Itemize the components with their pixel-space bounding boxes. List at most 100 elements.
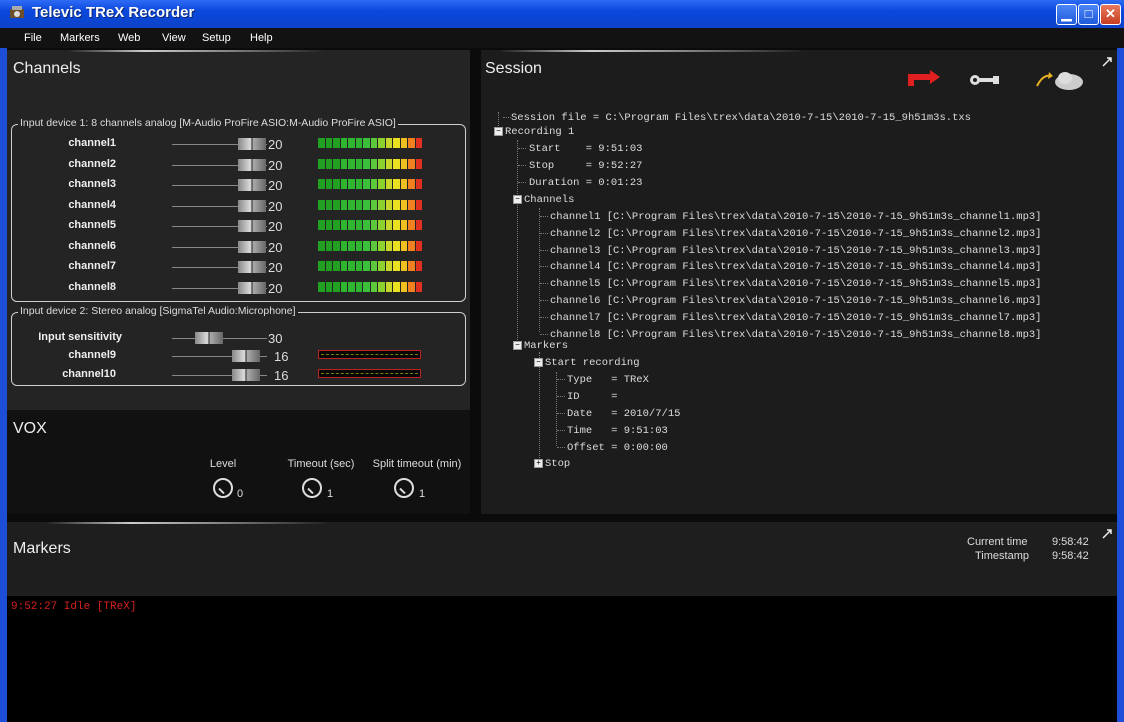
channel-file-node[interactable]: channel8 [C:\Program Files\trex\data\201… [550,329,1041,341]
tree-connector [540,300,548,301]
channel-gain-slider[interactable] [238,138,266,150]
collapse-icon[interactable]: − [513,341,522,350]
meter-segment [385,261,392,271]
meter-segment [340,138,347,148]
channel-gain-value: 20 [268,137,283,152]
recording-node[interactable]: Recording 1 [505,126,574,138]
meter-segment [415,240,422,251]
menu-file[interactable]: File [24,32,42,44]
level-meter [318,158,422,169]
channel-gain-slider[interactable] [238,240,266,253]
meter-segment [370,281,377,292]
menu-setup[interactable]: Setup [202,32,231,44]
channel-gain-slider[interactable] [238,179,266,191]
channel-file-node[interactable]: channel2 [C:\Program Files\trex\data\201… [550,228,1041,240]
tree-connector [517,140,518,200]
expand-node-icon[interactable]: + [534,459,543,468]
channel-gain-slider[interactable] [238,199,266,212]
marker-offset-node[interactable]: Offset = 0:00:00 [567,442,668,454]
markers-log[interactable]: 9:52:27 Idle [TReX] [7,596,1117,722]
meter-segment [325,261,332,271]
channel-gain-slider[interactable] [232,369,260,381]
minimize-button[interactable]: ▁ [1056,4,1077,25]
tree-connector [517,202,518,346]
title-bar[interactable]: Televic TReX Recorder ▁ □ ✕ [0,0,1124,28]
tree-connector [556,372,557,446]
collapse-icon[interactable]: − [494,127,503,136]
markers-panel: Markers Current time 9:58:42 Timestamp 9… [7,522,1117,722]
menu-help[interactable]: Help [250,32,273,44]
maximize-button[interactable]: □ [1078,4,1099,25]
meter-segment [340,179,347,189]
marker-date-node[interactable]: Date = 2010/7/15 [567,408,680,420]
level-knob[interactable] [213,478,233,498]
meter-segment [318,281,325,292]
channel-file-node[interactable]: channel5 [C:\Program Files\trex\data\201… [550,278,1041,290]
channel-gain-slider[interactable] [238,261,266,273]
channel-gain-slider[interactable] [238,281,266,294]
meter-segment [385,138,392,148]
menu-view[interactable]: View [162,32,186,44]
channel-gain-slider[interactable] [238,220,266,232]
meter-segment [355,158,362,169]
channel-file-node[interactable]: channel6 [C:\Program Files\trex\data\201… [550,295,1041,307]
collapse-icon[interactable]: − [513,195,522,204]
channels-title: Channels [13,60,81,77]
start-recording-node[interactable]: Start recording [545,357,640,369]
session-file-node[interactable]: Session file = C:\Program Files\trex\dat… [511,112,971,124]
level-label: Level [209,458,237,470]
meter-segment [355,199,362,210]
level-meter [318,179,422,189]
stop-node[interactable]: Stop = 9:52:27 [529,160,642,172]
channel-label: channel6 [68,239,116,252]
start-node[interactable]: Start = 9:51:03 [529,143,642,155]
meter-segment [340,281,347,292]
channel-gain-slider[interactable] [232,350,260,362]
channel-file-node[interactable]: channel4 [C:\Program Files\trex\data\201… [550,261,1041,273]
channels-node[interactable]: Channels [524,194,574,206]
meter-segment [385,220,392,230]
tree-connector [540,333,548,335]
marker-time-node[interactable]: Time = 9:51:03 [567,425,668,437]
meter-segment [400,281,407,292]
meter-segment [325,158,332,169]
split-timeout-knob[interactable] [394,478,414,498]
markers-node[interactable]: Markers [524,340,568,352]
channel-file-node[interactable]: channel1 [C:\Program Files\trex\data\201… [550,211,1041,223]
meter-segment [378,261,385,271]
meter-segment [385,158,392,169]
menu-markers[interactable]: Markers [60,32,100,44]
window-border-left [0,48,7,722]
meter-segment [400,199,407,210]
marker-id-node[interactable]: ID = [567,391,617,403]
channel-gain-value: 20 [268,198,283,214]
meter-segment [370,158,377,169]
marker-type-node[interactable]: Type = TReX [567,374,649,386]
meter-segment [333,179,340,189]
input-device-2-group: Input device 2: Stereo analog [SigmaTel … [11,305,466,386]
meter-segment [325,220,332,230]
channel-file-node[interactable]: channel7 [C:\Program Files\trex\data\201… [550,312,1041,324]
stop-marker-node[interactable]: Stop [545,458,570,470]
meter-segment [385,281,392,292]
expand-icon[interactable] [1101,528,1113,540]
level-meter [318,369,421,378]
menu-web[interactable]: Web [118,32,140,44]
meter-segment [355,220,362,230]
close-button[interactable]: ✕ [1100,4,1121,25]
meter-segment [393,220,400,230]
collapse-icon[interactable]: − [534,358,543,367]
input-sensitivity-slider[interactable] [195,332,223,344]
channel-gain-value: 20 [268,157,283,173]
meter-segment [318,138,325,148]
meter-segment [325,179,332,189]
channel-file-node[interactable]: channel3 [C:\Program Files\trex\data\201… [550,245,1041,257]
tree-connector [540,249,548,251]
duration-node[interactable]: Duration = 0:01:23 [529,177,642,189]
meter-segment [378,179,385,189]
marker-entry[interactable]: 9:52:27 Idle [TReX] [11,601,136,613]
channel-gain-value: 16 [274,368,289,383]
channel-gain-slider[interactable] [238,158,266,171]
input-device-2-legend: Input device 2: Stereo analog [SigmaTel … [18,305,298,317]
timeout-knob[interactable] [302,478,322,498]
